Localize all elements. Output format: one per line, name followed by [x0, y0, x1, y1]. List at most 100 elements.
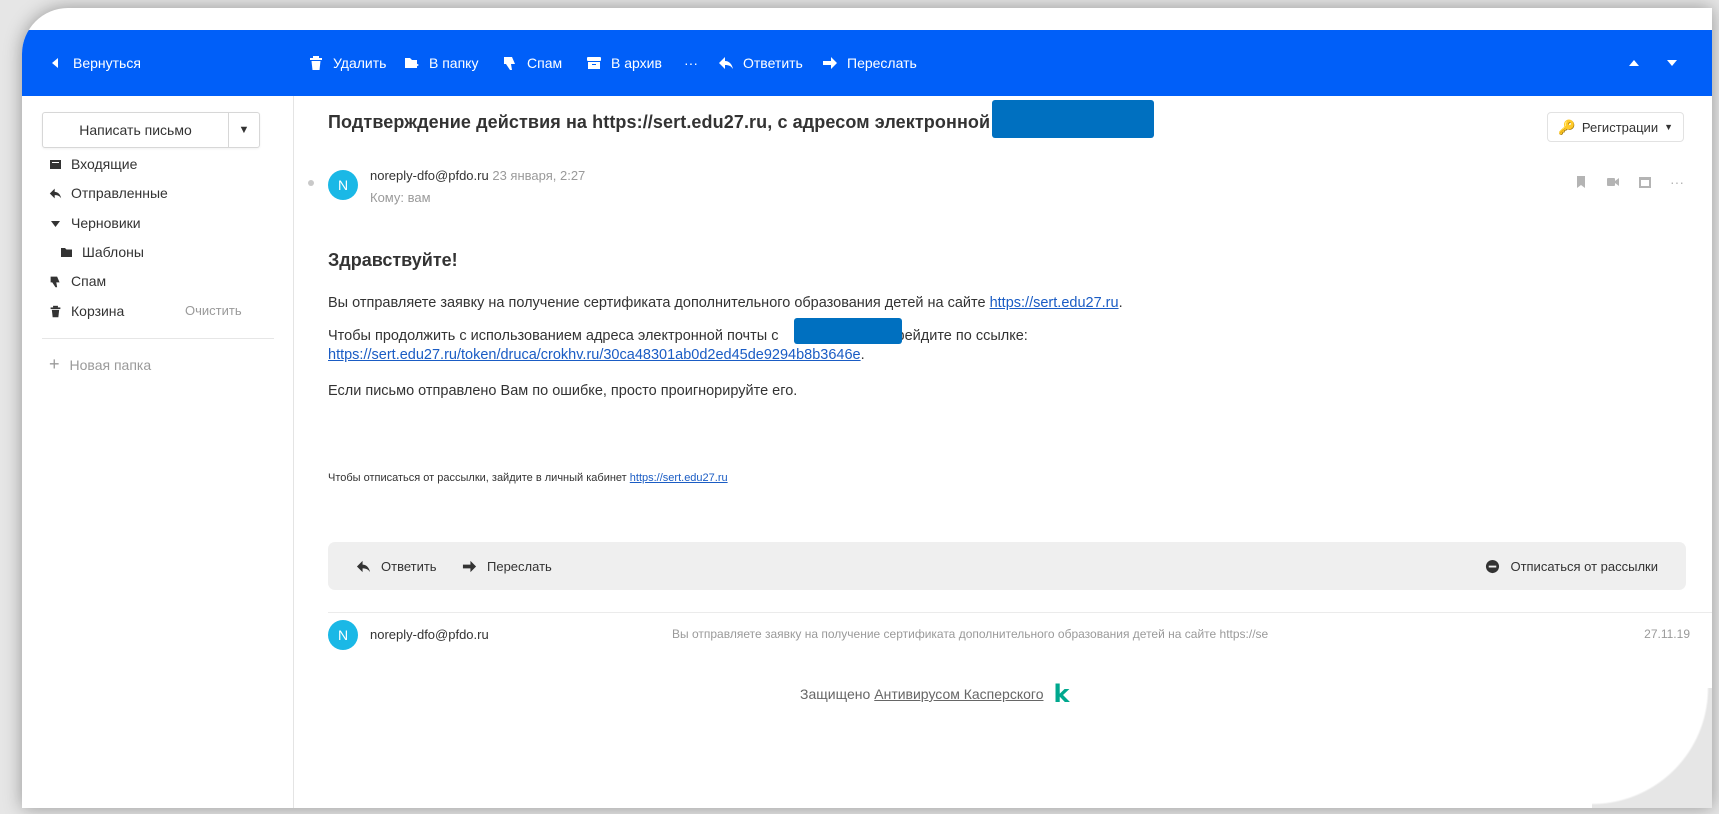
sidebar-item-label: Корзина — [71, 303, 125, 319]
body-paragraph-3: Если письмо отправлено Вам по ошибке, пр… — [328, 383, 798, 399]
token-link[interactable]: https://sert.edu27.ru/token/druca/crokhv… — [328, 347, 861, 363]
message-subject: Подтверждение действия на https://sert.e… — [328, 112, 1052, 132]
message-action-bar: Ответить Переслать Отписаться от рассылк… — [328, 542, 1686, 590]
tag-icon: 🔑 — [1558, 118, 1576, 135]
account-link[interactable]: https://sert.edu27.ru — [630, 472, 728, 484]
clear-trash-link[interactable]: Очистить — [185, 303, 242, 318]
reply-arrow-icon — [356, 559, 371, 574]
thumbs-down-icon — [49, 275, 62, 288]
sidebar-item-spam[interactable]: Спам — [49, 271, 106, 291]
sidebar-divider — [42, 338, 274, 339]
toolbar: Вернуться Удалить В папку Спам В архив ·… — [22, 30, 1712, 96]
calendar-icon[interactable] — [1638, 174, 1652, 190]
reply-button[interactable]: Ответить — [718, 30, 803, 96]
thread-snippet[interactable]: Вы отправляете заявку на получение серти… — [672, 627, 1268, 641]
antivirus-footer: Защищено Антивирусом Касперского k — [800, 680, 1069, 708]
caret-down-icon: ▼ — [238, 124, 250, 136]
forward-label: Переслать — [847, 55, 917, 71]
sidebar-item-label: Отправленные — [71, 185, 168, 201]
thread-divider — [328, 612, 1712, 613]
delete-button[interactable]: Удалить — [308, 30, 386, 96]
thread-date: 27.11.19 — [1644, 627, 1690, 641]
p1-text: Вы отправляете заявку на получение серти… — [328, 295, 990, 311]
frame-corner — [1592, 688, 1712, 808]
archive-label: В архив — [611, 55, 662, 71]
more-dots-icon: ··· — [684, 55, 698, 71]
site-link[interactable]: https://sert.edu27.ru — [990, 295, 1119, 311]
archive-icon — [586, 55, 602, 71]
thread-avatar: N — [328, 620, 358, 650]
thread-sender[interactable]: noreply-dfo@pfdo.ru — [370, 627, 489, 642]
avatar: N — [328, 170, 358, 200]
p1-end: . — [1118, 295, 1123, 311]
spam-label: Спам — [527, 55, 563, 71]
protected-text: Защищено — [800, 686, 871, 702]
video-icon[interactable] — [1606, 174, 1620, 190]
move-to-folder-button[interactable]: В папку — [404, 30, 478, 96]
triangle-down-icon — [1664, 55, 1680, 71]
trash-icon — [308, 55, 324, 71]
reply-bottom-button[interactable]: Ответить — [356, 542, 437, 590]
redaction-box-email — [794, 318, 902, 344]
message-view: Подтверждение действия на https://sert.e… — [294, 96, 1712, 808]
sidebar-item-inbox[interactable]: Входящие — [49, 154, 137, 174]
bookmark-icon[interactable] — [1574, 174, 1588, 190]
sidebar: Написать письмо ▼ Входящие Отправленные … — [22, 96, 294, 808]
sidebar-item-label: Черновики — [71, 215, 141, 231]
tag-label: Регистрации — [1581, 119, 1659, 135]
reply-arrow-icon — [718, 55, 734, 71]
back-arrow-icon — [48, 55, 64, 71]
sender-line: noreply-dfo@pfdo.ru 23 января, 2:27 — [370, 168, 585, 183]
move-folder-icon — [404, 55, 420, 71]
sidebar-item-label: Спам — [71, 273, 107, 289]
sidebar-item-templates[interactable]: Шаблоны — [60, 242, 144, 262]
unsubscribe-note: Чтобы отписаться от рассылки, зайдите в … — [328, 472, 728, 484]
body-paragraph-1: Вы отправляете заявку на получение серти… — [328, 293, 1123, 313]
move-to-folder-label: В папку — [429, 55, 479, 71]
forward-button[interactable]: Переслать — [822, 30, 917, 96]
trash-icon — [49, 305, 62, 318]
unread-dot[interactable] — [308, 180, 314, 186]
compose-button[interactable]: Написать письмо — [43, 113, 229, 147]
sender-email[interactable]: noreply-dfo@pfdo.ru — [370, 168, 489, 183]
sidebar-item-label: Шаблоны — [82, 244, 144, 260]
more-dots-icon[interactable]: ··· — [1670, 174, 1684, 190]
forward-bottom-button[interactable]: Переслать — [462, 542, 552, 590]
p2-start: Чтобы продолжить с использованием адреса… — [328, 328, 779, 344]
mail-window: Вернуться Удалить В папку Спам В архив ·… — [22, 8, 1712, 808]
spam-button[interactable]: Спам — [502, 30, 562, 96]
kaspersky-link[interactable]: Антивирусом Касперского — [874, 686, 1043, 702]
sidebar-item-drafts[interactable]: Черновики — [49, 213, 141, 233]
tag-dropdown-button[interactable]: 🔑 Регистрации ▼ — [1547, 112, 1684, 142]
triangle-up-icon — [1626, 55, 1642, 71]
greeting: Здравствуйте! — [328, 250, 458, 270]
chevron-down-icon — [49, 217, 62, 230]
p2-link-end: . — [860, 347, 865, 363]
sent-arrow-icon — [49, 187, 62, 200]
message-date: 23 января, 2:27 — [492, 168, 586, 183]
back-label: Вернуться — [73, 55, 141, 71]
unsubscribe-button[interactable]: Отписаться от рассылки — [1485, 542, 1658, 590]
prev-message-button[interactable] — [1626, 30, 1642, 96]
archive-button[interactable]: В архив — [586, 30, 662, 96]
forward-arrow-icon — [462, 559, 477, 574]
delete-label: Удалить — [333, 55, 387, 71]
unsubscribe-text: Чтобы отписаться от рассылки, зайдите в … — [328, 472, 630, 484]
sidebar-item-sent[interactable]: Отправленные — [49, 183, 168, 203]
more-button[interactable]: ··· — [684, 30, 698, 96]
compose-dropdown-button[interactable]: ▼ — [229, 113, 259, 147]
next-message-button[interactable] — [1664, 30, 1680, 96]
minus-circle-icon — [1485, 559, 1500, 574]
reply-bottom-label: Ответить — [381, 558, 437, 574]
compose-control: Написать письмо ▼ — [42, 112, 260, 148]
forward-bottom-label: Переслать — [487, 558, 552, 574]
reply-label: Ответить — [743, 55, 803, 71]
message-header-icons: ··· — [1574, 174, 1684, 190]
recipient-line: Кому: вам — [370, 190, 431, 205]
p2-end: ерейдите по ссылке: — [888, 328, 1028, 344]
back-button[interactable]: Вернуться — [48, 30, 141, 96]
body-paragraph-2-link: https://sert.edu27.ru/token/druca/crokhv… — [328, 345, 865, 365]
new-folder-button[interactable]: + Новая папка — [49, 354, 151, 375]
thumbs-down-icon — [502, 55, 518, 71]
sidebar-item-trash[interactable]: Корзина — [49, 301, 124, 321]
